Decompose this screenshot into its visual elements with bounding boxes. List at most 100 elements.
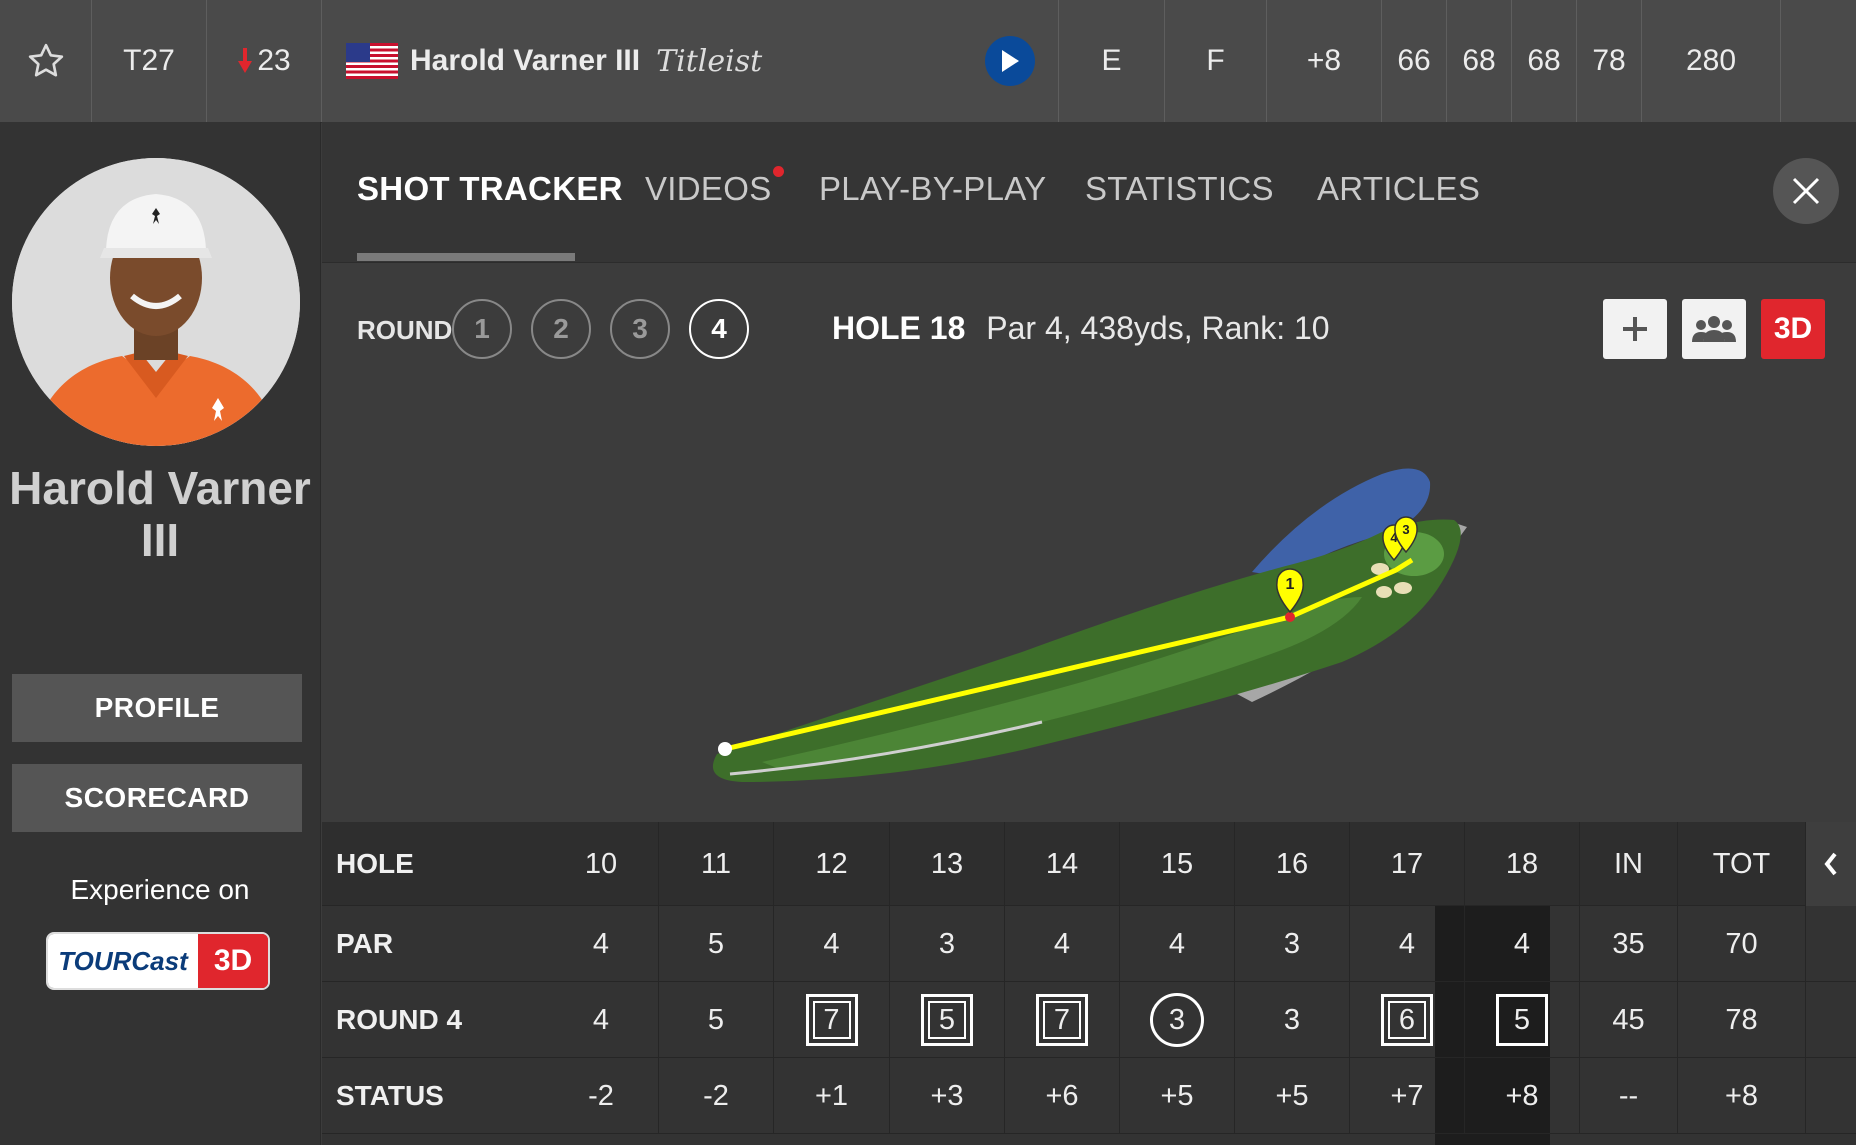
profile-button[interactable]: PROFILE — [12, 674, 302, 742]
round-score-cell-value: 5 — [938, 1003, 956, 1036]
par-cell: 3 — [890, 906, 1005, 982]
play-video-button[interactable] — [985, 36, 1035, 86]
status-row: STATUS -2 -2 +1 +3 +6 +5 +5 +7 +8 -- +8 — [322, 1058, 1856, 1134]
round-score-cell: 45 — [1580, 982, 1678, 1058]
leaderboard-row[interactable]: T27 23 Harold Varner III Titleist E F +8… — [0, 0, 1856, 123]
group-icon — [1692, 316, 1736, 342]
hole-info: HOLE 18 Par 4, 438yds, Rank: 10 — [832, 310, 1330, 347]
hole-cell[interactable]: TOT — [1678, 822, 1806, 906]
status-cell: -2 — [544, 1058, 659, 1134]
total-cell: +8 — [1267, 0, 1382, 122]
double-bogey-marker: 6 — [1381, 994, 1433, 1046]
double-bogey-marker: 7 — [1036, 994, 1088, 1046]
scorecard-button[interactable]: SCORECARD — [12, 764, 302, 832]
hole-cell[interactable]: 10 — [544, 822, 659, 906]
favorite-star-icon[interactable] — [0, 0, 92, 122]
hole-cell[interactable]: 12 — [774, 822, 890, 906]
par-cell-value: 4 — [1168, 927, 1186, 960]
round-score-cell: 3 — [1235, 982, 1350, 1058]
thru-cell: F — [1165, 0, 1267, 122]
tab-articles[interactable]: ARTICLES — [1317, 170, 1480, 208]
hole-cell-value: IN — [1614, 847, 1643, 880]
hole-map[interactable]: 1 4 3 — [322, 382, 1856, 822]
status-cell: +8 — [1678, 1058, 1806, 1134]
round-4-button[interactable]: 4 — [689, 299, 749, 359]
tab-videos-label: VIDEOS — [645, 170, 772, 207]
par-cell-value: 4 — [592, 927, 610, 960]
par-cell: 4 — [544, 906, 659, 982]
strokes-value: 280 — [1685, 44, 1737, 77]
thru-value: F — [1206, 44, 1225, 77]
status-cell-value: +3 — [930, 1079, 964, 1112]
close-icon — [1792, 177, 1820, 205]
par-cell-value: 4 — [823, 927, 840, 960]
arrow-down-icon — [238, 48, 253, 73]
par-row: PAR 4 5 4 3 4 4 3 4 4 35 70 — [322, 906, 1856, 982]
round-score-cell-value: 78 — [1725, 1003, 1758, 1036]
par-cell: 70 — [1678, 906, 1806, 982]
hole-cell[interactable]: 17 — [1350, 822, 1465, 906]
par-cell: 4 — [1005, 906, 1120, 982]
tab-shot-tracker[interactable]: SHOT TRACKER — [357, 170, 623, 208]
par-cell-value: 4 — [1398, 927, 1416, 960]
hole-cell[interactable]: IN — [1580, 822, 1678, 906]
round4-value: 78 — [1592, 44, 1626, 77]
hole-cell-value: 10 — [584, 847, 618, 880]
round-1-button[interactable]: 1 — [452, 299, 512, 359]
par-cell: 4 — [1350, 906, 1465, 982]
hole-cell-value: 18 — [1505, 847, 1539, 880]
round-score-cell: 3 — [1120, 982, 1235, 1058]
scorecard-table: HOLE 10 11 12 13 14 15 16 17 18 IN TOT PAR 4543443… — [322, 822, 1856, 1145]
tee-marker — [718, 742, 732, 756]
round1-cell: 66 — [1382, 0, 1447, 122]
round-2-button[interactable]: 2 — [531, 299, 591, 359]
hole-cell[interactable]: 15 — [1120, 822, 1235, 906]
status-cell-value: -- — [1618, 1079, 1639, 1112]
group-view-button[interactable] — [1682, 299, 1746, 359]
total-value: +8 — [1306, 44, 1342, 77]
position-cell: T27 — [92, 0, 207, 122]
status-cell-value: +1 — [814, 1079, 849, 1112]
round-score-cell-value: 7 — [823, 1003, 840, 1036]
avatar — [12, 158, 300, 446]
round-score-cell: 5 — [1465, 982, 1580, 1058]
hole-cell-value: 16 — [1275, 847, 1309, 880]
status-cell: +5 — [1235, 1058, 1350, 1134]
player-name: Harold Varner III — [9, 462, 311, 566]
round-score-cell: 7 — [1005, 982, 1120, 1058]
par-cell: 4 — [774, 906, 890, 982]
round-score-cell: 5 — [659, 982, 774, 1058]
hole-cell[interactable]: 13 — [890, 822, 1005, 906]
hole-cell[interactable]: 11 — [659, 822, 774, 906]
round-score-cell-value: 3 — [1283, 1003, 1301, 1036]
hole-cell[interactable]: 14 — [1005, 822, 1120, 906]
3d-view-button[interactable]: 3D — [1761, 299, 1825, 359]
close-button[interactable] — [1773, 158, 1839, 224]
tab-statistics[interactable]: STATISTICS — [1085, 170, 1274, 208]
tourcast-3d-button[interactable]: TOURCast 3D — [46, 932, 270, 990]
par-cell-value: 5 — [707, 927, 725, 960]
scroll-left-button[interactable] — [1806, 822, 1856, 906]
par-cell-value: 3 — [1283, 927, 1301, 960]
player-sidebar: Harold Varner III PROFILE SCORECARD Expe… — [0, 122, 321, 1145]
hole-row: HOLE 10 11 12 13 14 15 16 17 18 IN TOT — [322, 822, 1856, 906]
round-score-cell-value: 6 — [1398, 1003, 1416, 1036]
hole-cell[interactable]: 16 — [1235, 822, 1350, 906]
double-bogey-marker: 7 — [805, 994, 858, 1046]
status-cell-value: +8 — [1505, 1079, 1539, 1112]
player-cell[interactable]: Harold Varner III Titleist — [322, 0, 1059, 122]
tourcast-3d-label: 3D — [198, 934, 268, 988]
par-cell-value: 4 — [1053, 927, 1071, 960]
par-cell: 4 — [1465, 906, 1580, 982]
rough — [712, 519, 1461, 782]
tab-videos[interactable]: VIDEOS — [645, 166, 784, 208]
round-3-button[interactable]: 3 — [610, 299, 670, 359]
hole-cell[interactable]: 18 — [1465, 822, 1580, 906]
round-score-row: ROUND 4 4 5 7 5 7 3 3 6 5 45 78 — [322, 982, 1856, 1058]
par-cell: 5 — [659, 906, 774, 982]
status-label: STATUS — [336, 1080, 444, 1111]
par-cell: 35 — [1580, 906, 1678, 982]
zoom-in-button[interactable] — [1603, 299, 1667, 359]
tab-play-by-play[interactable]: PLAY-BY-PLAY — [819, 170, 1046, 208]
hole-cell-value: 15 — [1160, 847, 1194, 880]
